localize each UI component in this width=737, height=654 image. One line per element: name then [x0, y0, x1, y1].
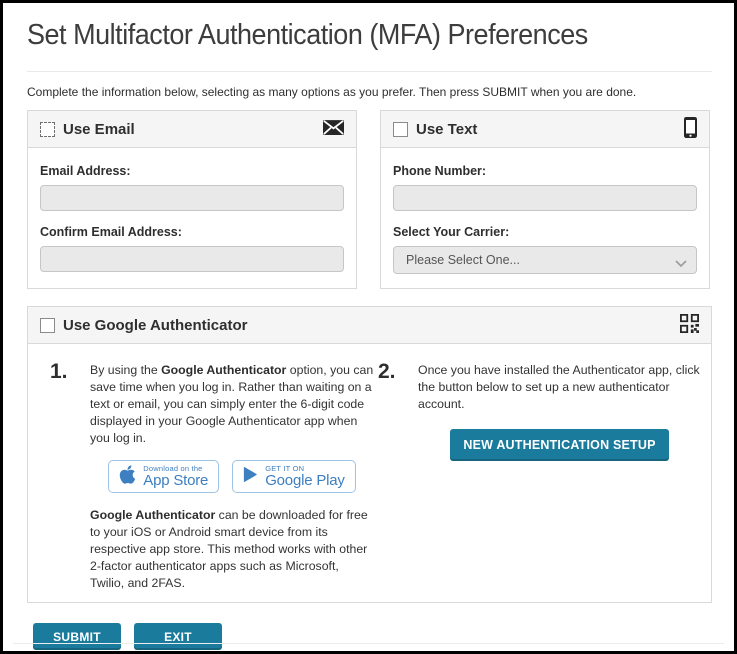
use-text-checkbox[interactable]	[393, 122, 408, 137]
step-1-content: By using the Google Authenticator option…	[90, 360, 376, 592]
chevron-down-icon	[675, 257, 687, 271]
phone-number-input[interactable]	[393, 185, 697, 211]
carrier-selected-value: Please Select One...	[406, 253, 520, 267]
app-store-badge-text: Download on the App Store	[143, 464, 208, 489]
use-email-checkbox[interactable]	[40, 122, 55, 137]
use-google-authenticator-heading: Use Google Authenticator	[63, 317, 247, 334]
step-1-number: 1.	[28, 360, 90, 592]
page-content: Set Multifactor Authentication (MFA) Pre…	[3, 19, 734, 650]
use-text-header: Use Text	[381, 111, 709, 148]
form-actions: SUBMIT EXIT	[27, 623, 712, 650]
use-email-panel: Use Email Email Address: Confirm Email A…	[27, 110, 357, 289]
email-address-label: Email Address:	[40, 164, 344, 178]
phone-number-label: Phone Number:	[393, 164, 697, 178]
new-authentication-setup-button[interactable]: NEW AUTHENTICATION SETUP	[450, 429, 668, 461]
step-2-content: Once you have installed the Authenticato…	[418, 360, 703, 592]
google-play-logo-icon	[243, 466, 258, 488]
apple-logo-icon	[119, 464, 136, 490]
use-text-panel: Use Text Phone Number: Select Your Carri…	[380, 110, 710, 289]
step-1-text: By using the Google Authenticator option…	[90, 362, 374, 447]
use-google-authenticator-checkbox[interactable]	[40, 318, 55, 333]
confirm-email-label: Confirm Email Address:	[40, 225, 344, 239]
use-text-body: Phone Number: Select Your Carrier: Pleas…	[381, 148, 709, 287]
use-email-body: Email Address: Confirm Email Address:	[28, 148, 356, 288]
options-row: Use Email Email Address: Confirm Email A…	[27, 110, 712, 289]
carrier-label: Select Your Carrier:	[393, 225, 697, 239]
submit-button[interactable]: SUBMIT	[33, 623, 121, 650]
use-email-heading: Use Email	[63, 121, 135, 138]
app-store-badge[interactable]: Download on the App Store	[108, 460, 219, 493]
use-google-authenticator-body: 1. By using the Google Authenticator opt…	[28, 344, 711, 602]
step-1: 1. By using the Google Authenticator opt…	[28, 360, 376, 592]
confirm-email-input[interactable]	[40, 246, 344, 272]
step-2: 2. Once you have installed the Authentic…	[376, 360, 703, 592]
download-note-text: Google Authenticator can be downloaded f…	[90, 507, 374, 592]
step-2-text: Once you have installed the Authenticato…	[418, 362, 701, 413]
google-play-badge-text: GET IT ON Google Play	[265, 464, 345, 489]
carrier-select[interactable]: Please Select One...	[393, 246, 697, 274]
store-badges: Download on the App Store	[90, 460, 374, 493]
google-play-badge[interactable]: GET IT ON Google Play	[232, 460, 356, 493]
use-google-authenticator-panel: Use Google Authenticator	[27, 306, 712, 603]
use-google-authenticator-header: Use Google Authenticator	[28, 307, 711, 344]
mfa-preferences-window: Set Multifactor Authentication (MFA) Pre…	[0, 0, 737, 654]
exit-button[interactable]: EXIT	[134, 623, 222, 650]
qr-code-icon	[680, 314, 699, 337]
footer-divider	[13, 643, 724, 644]
page-title: Set Multifactor Authentication (MFA) Pre…	[27, 19, 664, 52]
title-divider	[27, 71, 712, 72]
mobile-phone-icon	[684, 117, 697, 142]
use-text-heading: Use Text	[416, 121, 477, 138]
instructions-text: Complete the information below, selectin…	[27, 85, 712, 99]
email-address-input[interactable]	[40, 185, 344, 211]
envelope-icon	[323, 120, 344, 139]
use-email-header: Use Email	[28, 111, 356, 148]
step-2-number: 2.	[376, 360, 418, 592]
